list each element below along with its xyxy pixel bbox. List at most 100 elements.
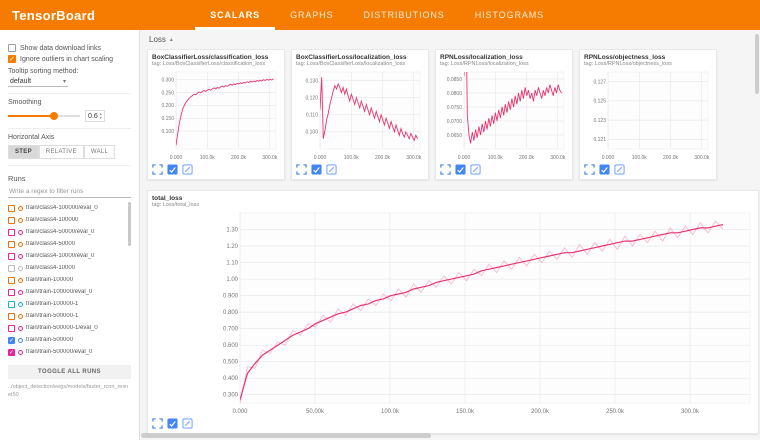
chart-tag: tag: Loss/BoxClassifierLoss/localization… [296, 61, 424, 67]
svg-text:0.127: 0.127 [593, 79, 606, 85]
line-chart-total-loss: 1.301.201.101.000.9000.8000.7000.6000.50… [152, 210, 756, 415]
run-checkbox[interactable] [8, 325, 15, 332]
run-checkbox[interactable] [8, 241, 15, 248]
checkbox-unchecked-icon[interactable] [8, 44, 16, 52]
chart-title: total_loss [152, 195, 754, 202]
svg-text:200.0k: 200.0k [519, 155, 535, 161]
run-checkbox[interactable] [8, 229, 15, 236]
vertical-scrollbar[interactable] [755, 34, 759, 94]
checkbox-checked-icon[interactable]: ✓ [8, 55, 16, 63]
fit-domain-icon[interactable] [311, 164, 322, 175]
pin-chart-icon[interactable] [182, 418, 193, 429]
expand-chart-icon[interactable] [440, 164, 451, 175]
axis-wall-button[interactable]: WALL [84, 145, 115, 159]
svg-text:300.0k: 300.0k [694, 155, 710, 161]
run-label: train/class4-100000 [26, 217, 78, 223]
run-label: train/train-100000-1 [26, 301, 78, 307]
fit-domain-icon[interactable] [455, 164, 466, 175]
tooltip-sorting-label: Tooltip sorting method: [8, 68, 78, 75]
svg-text:0.110: 0.110 [306, 113, 318, 119]
run-list-item[interactable]: train/class4-10000 [8, 262, 131, 274]
toggle-all-runs-button[interactable]: TOGGLE ALL RUNS [8, 365, 131, 379]
svg-text:0.400: 0.400 [223, 376, 239, 382]
run-list-item[interactable]: train/train-100000 [8, 274, 131, 286]
svg-text:0.125: 0.125 [593, 99, 606, 105]
fit-domain-icon[interactable] [167, 164, 178, 175]
run-label: train/class4-100000/eval_0 [26, 205, 98, 211]
line-chart: 0.08500.08000.07500.07000.06500.000100.0… [440, 69, 570, 161]
axis-step-button[interactable]: STEP [8, 145, 39, 159]
pin-chart-icon[interactable] [470, 164, 481, 175]
axis-relative-button[interactable]: RELATIVE [39, 145, 84, 159]
slider-fill [8, 115, 51, 117]
run-checkbox[interactable] [8, 265, 15, 272]
run-checkbox[interactable] [8, 253, 15, 260]
svg-text:0.100: 0.100 [161, 129, 174, 135]
run-color-swatch [18, 278, 23, 283]
tab-distributions[interactable]: DISTRIBUTIONS [348, 0, 459, 30]
smoothing-slider[interactable] [8, 115, 80, 117]
chart-card-rpn-localization-loss: RPNLoss/localization_loss tag: Loss/RPNL… [435, 49, 573, 180]
chart-actions [152, 418, 754, 429]
run-color-swatch [18, 326, 23, 331]
run-list-item[interactable]: train/train-500000-1/eval_0 [8, 322, 131, 334]
svg-text:0.700: 0.700 [223, 327, 239, 333]
run-list-item[interactable]: ✓ train/train-500000 [8, 334, 131, 346]
run-color-swatch [18, 206, 23, 211]
run-list-item[interactable]: train/train-100000-1 [8, 298, 131, 310]
chart-actions [152, 164, 280, 175]
run-checkbox[interactable] [8, 301, 15, 308]
run-label: train/class4-10000 [26, 265, 75, 271]
tab-scalars[interactable]: SCALARS [195, 0, 275, 30]
spinner-arrows-icon[interactable]: ▴▾ [100, 112, 102, 120]
pin-chart-icon[interactable] [182, 164, 193, 175]
svg-text:200.0k: 200.0k [663, 155, 679, 161]
expand-chart-icon[interactable] [152, 418, 163, 429]
pin-chart-icon[interactable] [326, 164, 337, 175]
expand-chart-icon[interactable] [296, 164, 307, 175]
run-checkbox[interactable]: ✓ [8, 337, 15, 344]
runs-scrollbar[interactable] [128, 202, 131, 246]
svg-text:0.000: 0.000 [170, 155, 183, 161]
tab-histograms[interactable]: HISTOGRAMS [460, 0, 559, 30]
run-checkbox[interactable] [8, 313, 15, 320]
smoothing-value-input[interactable]: 0.6 ▴▾ [85, 110, 105, 122]
run-list-item[interactable]: train/class4-50000 [8, 238, 131, 250]
chart-tag: tag: Loss/BoxClassifierLoss/classificati… [152, 61, 280, 67]
fit-domain-icon[interactable] [167, 418, 178, 429]
tab-graphs[interactable]: GRAPHS [275, 0, 348, 30]
run-color-swatch [18, 242, 23, 247]
run-list-item[interactable]: train/train-100000/eval_0 [8, 286, 131, 298]
run-list-item[interactable]: train/class4-100000/eval_0 [8, 202, 131, 214]
svg-text:0.300: 0.300 [161, 78, 174, 84]
run-list-item[interactable]: train/class4-10000/eval_0 [8, 250, 131, 262]
fit-domain-icon[interactable] [599, 164, 610, 175]
run-checkbox[interactable] [8, 217, 15, 224]
run-checkbox[interactable] [8, 289, 15, 296]
run-list-item[interactable]: ✓ train/train-500000/eval_0 [8, 346, 131, 358]
slider-thumb[interactable] [50, 112, 58, 120]
pin-chart-icon[interactable] [614, 164, 625, 175]
show-download-links-checkbox[interactable]: Show data download links [8, 44, 131, 52]
general-settings-section: Show data download links ✓ Ignore outlie… [8, 36, 131, 94]
expand-chart-icon[interactable] [152, 164, 163, 175]
run-checkbox[interactable] [8, 277, 15, 284]
ignore-outliers-checkbox[interactable]: ✓ Ignore outliers in chart scaling [8, 55, 131, 63]
run-list-item[interactable]: train/class4-50000/eval_0 [8, 226, 131, 238]
svg-text:100.0k: 100.0k [200, 155, 216, 161]
tooltip-sorting-dropdown[interactable]: default ▾ [8, 77, 68, 87]
smoothing-value: 0.6 [88, 113, 98, 120]
run-list-item[interactable]: train/train-500000-1 [8, 310, 131, 322]
run-list-item[interactable]: train/class4-100000 [8, 214, 131, 226]
chart-actions [584, 164, 712, 175]
svg-text:0.0750: 0.0750 [447, 105, 463, 111]
run-checkbox[interactable] [8, 205, 15, 212]
horizontal-axis-label: Horizontal Axis [8, 134, 54, 141]
run-checkbox[interactable]: ✓ [8, 349, 15, 356]
expand-chart-icon[interactable] [584, 164, 595, 175]
runs-filter-input[interactable] [8, 186, 131, 198]
line-chart: 0.1300.1200.1100.1000.000100.0k200.0k300… [296, 69, 426, 161]
tag-group-loss[interactable]: Loss ▴ [149, 35, 754, 44]
horizontal-scrollbar[interactable] [141, 433, 431, 438]
line-chart: 0.3000.2500.2000.1500.1000.000100.0k200.… [152, 69, 282, 161]
